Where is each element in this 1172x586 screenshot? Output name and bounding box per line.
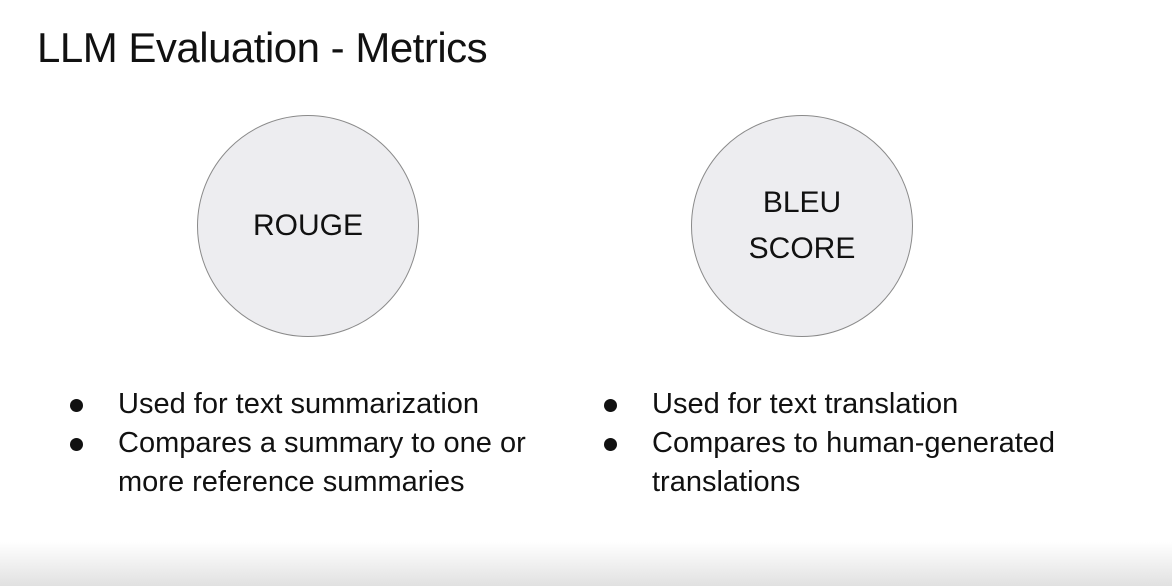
bullet-icon: [70, 399, 83, 412]
rouge-circle-label: ROUGE: [253, 203, 363, 249]
bullet-icon: [604, 438, 617, 451]
bullet-icon: [604, 399, 617, 412]
bleu-bullet-text: Used for text translation: [652, 388, 959, 420]
bleu-bullet-list: Used for text translation Compares to hu…: [604, 385, 1144, 502]
score-label-line: SCORE: [748, 232, 856, 265]
bleu-bullet-item: Used for text translation: [604, 385, 1144, 424]
rouge-bullet-text: Used for text summarization: [118, 388, 480, 420]
bullet-icon: [70, 438, 83, 451]
rouge-bullet-list: Used for text summarization Compares a s…: [70, 385, 570, 502]
bottom-fade: [0, 542, 1172, 586]
bleu-bullet-item: Compares to human-generated translations: [604, 424, 1144, 502]
bleu-score-circle: BLEU SCORE: [691, 115, 913, 337]
rouge-bullet-text: Compares a summary to one or more refere…: [118, 427, 526, 498]
rouge-bullet-item: Used for text summarization: [70, 385, 570, 424]
slide: { "title": "LLM Evaluation - Metrics", "…: [0, 0, 1172, 586]
bleu-bullet-text: Compares to human-generated translations: [652, 427, 1056, 498]
bleu-score-circle-label: BLEU SCORE: [749, 180, 856, 272]
rouge-label-line: ROUGE: [252, 209, 363, 242]
rouge-circle: ROUGE: [197, 115, 419, 337]
rouge-bullet-item: Compares a summary to one or more refere…: [70, 424, 570, 502]
slide-title: LLM Evaluation - Metrics: [37, 24, 488, 71]
bleu-label-line: BLEU: [762, 186, 842, 219]
